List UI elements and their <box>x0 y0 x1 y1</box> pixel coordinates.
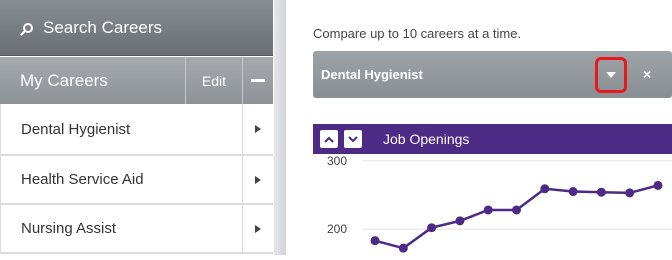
chevron-right-icon[interactable] <box>242 156 273 203</box>
remove-career-button[interactable]: × <box>643 66 651 82</box>
search-careers-label: Search Careers <box>43 17 163 37</box>
data-point[interactable] <box>625 188 635 198</box>
minus-icon <box>251 79 265 82</box>
data-point[interactable] <box>596 187 606 197</box>
chevron-right-icon[interactable] <box>242 205 273 252</box>
chart-svg: 300 200 <box>327 154 672 253</box>
caret-down-icon <box>606 72 616 78</box>
data-point[interactable] <box>653 180 663 190</box>
dropdown-button[interactable] <box>595 57 627 93</box>
compare-instruction: Compare up to 10 careers at a time. <box>313 26 522 41</box>
career-item-label: Dental Hygienist <box>0 104 242 154</box>
career-list: Dental Hygienist Health Service Aid Nurs… <box>0 104 273 254</box>
data-point[interactable] <box>455 216 465 226</box>
data-point[interactable] <box>540 184 550 194</box>
career-item-label: Health Service Aid <box>0 156 242 203</box>
job-openings-chart: 300 200 <box>313 154 672 255</box>
expand-down-button[interactable] <box>344 130 362 148</box>
collapse-up-button[interactable] <box>320 130 338 148</box>
chevron-down-icon <box>348 135 358 142</box>
career-item-health-service-aid[interactable]: Health Service Aid <box>0 156 273 205</box>
search-careers-button[interactable]: Search Careers <box>0 0 273 56</box>
selected-career-label: Dental Hygienist <box>321 67 423 82</box>
collapse-button[interactable] <box>242 57 273 104</box>
data-point[interactable] <box>370 236 380 246</box>
data-point[interactable] <box>512 205 521 215</box>
chart-header: Job Openings <box>313 124 672 154</box>
chevron-up-icon <box>324 136 334 143</box>
data-point[interactable] <box>427 223 437 233</box>
career-item-dental-hygienist[interactable]: Dental Hygienist <box>0 104 273 156</box>
y-tick-label: 300 <box>327 154 347 168</box>
data-point[interactable] <box>483 205 493 215</box>
edit-button[interactable]: Edit <box>185 57 242 104</box>
career-selector[interactable]: Dental Hygienist × <box>313 51 672 98</box>
chevron-right-icon[interactable] <box>242 104 273 154</box>
search-icon <box>20 21 34 36</box>
main-panel: Compare up to 10 careers at a time. Dent… <box>286 0 672 255</box>
series-line <box>374 184 659 250</box>
data-point[interactable] <box>398 243 408 253</box>
y-tick-label: 200 <box>327 222 347 236</box>
chart-title: Job Openings <box>383 131 470 147</box>
career-item-nursing-assist[interactable]: Nursing Assist <box>0 205 273 254</box>
my-careers-title: My Careers <box>20 70 108 90</box>
career-item-label: Nursing Assist <box>0 205 242 252</box>
data-point[interactable] <box>568 187 578 197</box>
sidebar: Search Careers My Careers Edit Dental Hy… <box>0 0 273 255</box>
my-careers-header: My Careers Edit <box>0 57 273 104</box>
panel-divider <box>274 0 286 255</box>
